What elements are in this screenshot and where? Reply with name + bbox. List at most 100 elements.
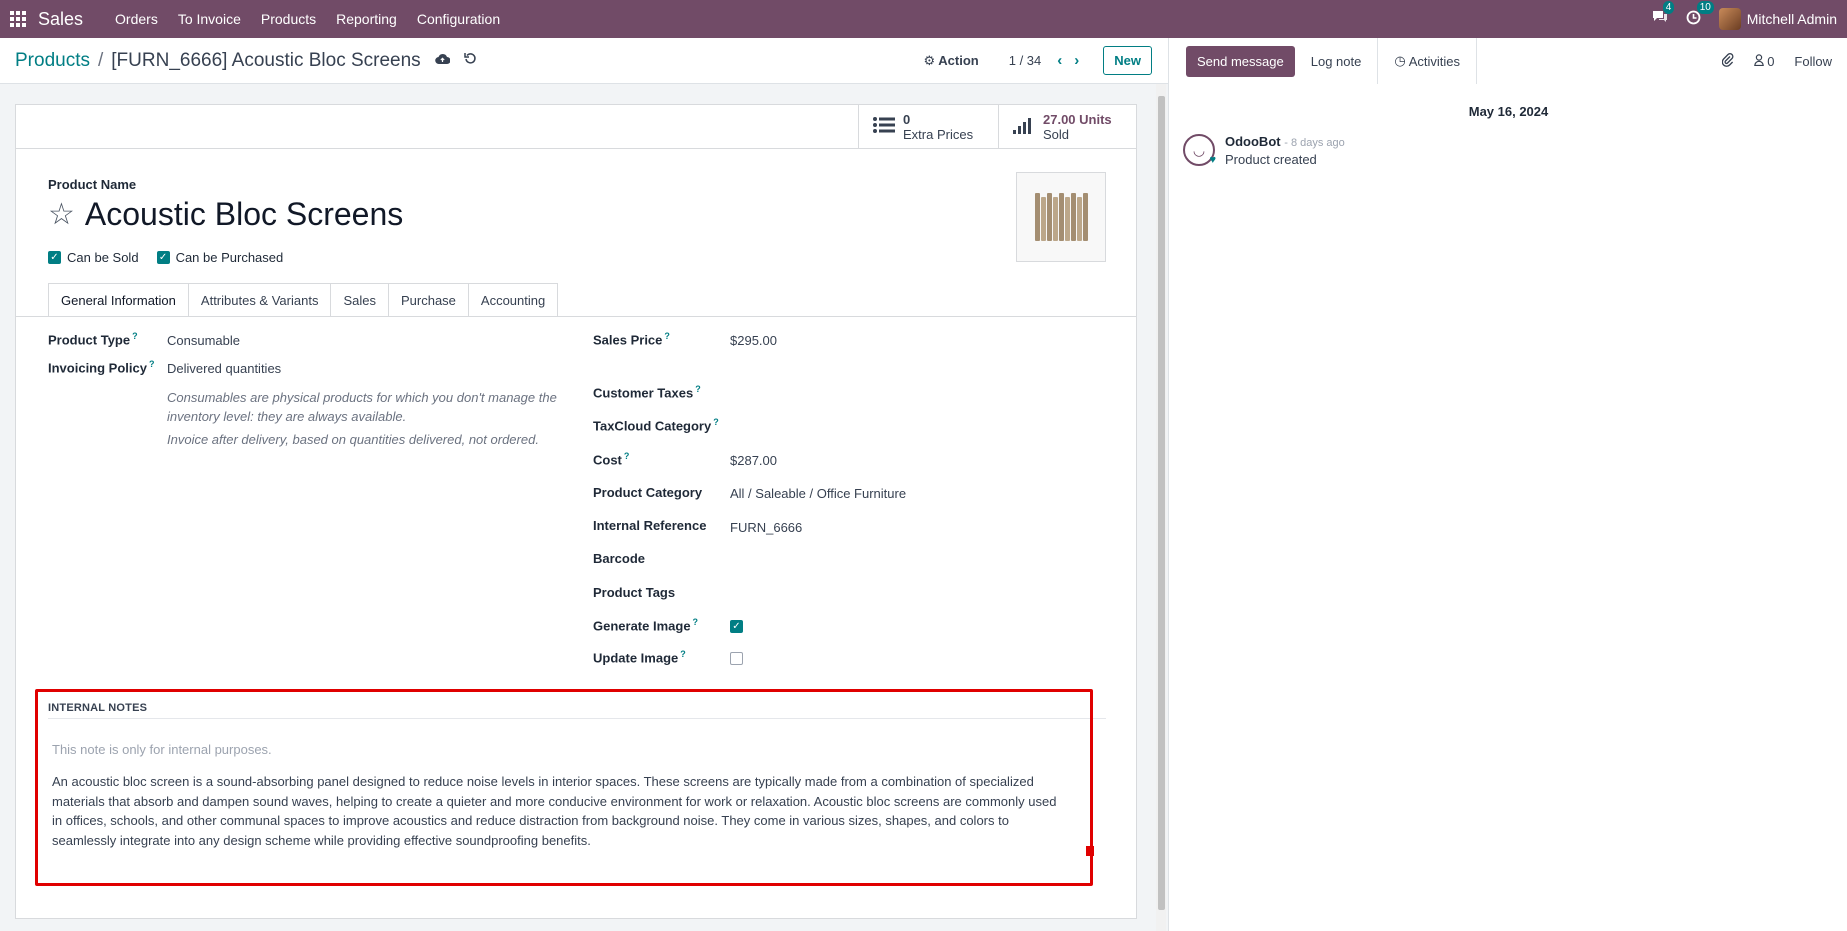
cost-field: Cost?	[593, 451, 629, 467]
new-button[interactable]: New	[1103, 46, 1152, 75]
cost-input[interactable]: $287.00	[730, 453, 777, 468]
menu-configuration[interactable]: Configuration	[407, 11, 510, 27]
sales-price-input[interactable]: $295.00	[730, 333, 777, 348]
help-tooltip-icon: ?	[680, 649, 686, 659]
gear-icon: ⚙	[923, 52, 936, 68]
paperclip-icon[interactable]	[1721, 52, 1734, 70]
tab-attributes-variants[interactable]: Attributes & Variants	[188, 283, 332, 317]
taxcloud-category-label: TaxCloud Category?	[593, 417, 719, 434]
help-tooltip-icon: ?	[623, 451, 630, 461]
checkbox-checked-icon: ✓	[48, 251, 61, 264]
smart-button-box: 0 Extra Prices 27.00 Units Sold	[16, 105, 1136, 149]
odoobot-avatar-icon: ◡ ♥	[1183, 134, 1216, 166]
chatter-message: ◡ ♥ OdooBot - 8 days ago Product created	[1183, 134, 1345, 167]
list-icon	[873, 114, 895, 140]
systray: 4 10 Mitchell Admin	[1652, 0, 1837, 30]
app-brand[interactable]: Sales	[38, 9, 83, 30]
message-author[interactable]: OdooBot	[1225, 134, 1281, 149]
menu-to-invoice[interactable]: To Invoice	[168, 11, 251, 27]
invoicing-policy-select[interactable]: Delivered quantities	[167, 361, 281, 376]
sales-price-field: Sales Price?	[593, 331, 670, 347]
tab-sales[interactable]: Sales	[331, 283, 389, 317]
units-sold-label: Sold	[1043, 127, 1070, 142]
followers-button[interactable]: 0	[1753, 53, 1774, 69]
pager-next-icon[interactable]: ›	[1074, 52, 1079, 69]
action-button[interactable]: ⚙ Action	[923, 53, 978, 69]
user-name: Mitchell Admin	[1746, 11, 1837, 27]
product-name-label: Product Name	[48, 177, 137, 192]
internal-reference-input[interactable]: FURN_6666	[730, 520, 802, 535]
product-category-select[interactable]: All / Saleable / Office Furniture	[730, 486, 906, 501]
extra-prices-button[interactable]: 0 Extra Prices	[858, 105, 998, 149]
taxcloud-category-input[interactable]	[730, 417, 1030, 433]
breadcrumb-separator: /	[97, 49, 104, 71]
control-right: ⚙ Action 1 / 34 ‹ › New	[923, 46, 1152, 75]
messages-button[interactable]: 4	[1652, 1, 1675, 28]
product-tags-input[interactable]	[730, 585, 1030, 601]
heart-icon: ♥	[1209, 154, 1216, 166]
breadcrumb-products-link[interactable]: Products	[15, 50, 90, 72]
barcode-label: Barcode	[593, 551, 646, 566]
user-menu[interactable]: Mitchell Admin	[1718, 8, 1837, 30]
help-tooltip-icon: ?	[132, 331, 138, 341]
tab-purchase[interactable]: Purchase	[388, 283, 469, 317]
menu-orders[interactable]: Orders	[105, 11, 168, 27]
internal-reference-label: Internal Reference	[593, 518, 707, 533]
pager-value[interactable]: 1 / 34	[1009, 53, 1042, 68]
units-sold-stat: 27.00 Units Sold	[1043, 112, 1112, 142]
invoice-help-text: Invoice after delivery, based on quantit…	[167, 432, 539, 447]
control-panel: Products / [FURN_6666] Acoustic Bloc Scr…	[0, 38, 1168, 84]
help-tooltip-icon: ?	[664, 331, 670, 341]
message-date-separator: May 16, 2024	[1468, 104, 1549, 119]
log-note-button[interactable]: Log note	[1295, 38, 1379, 84]
follow-button[interactable]: Follow	[1794, 54, 1832, 69]
can-be-purchased-label: Can be Purchased	[175, 250, 284, 265]
send-message-button[interactable]: Send message	[1186, 45, 1295, 77]
acoustic-screen-image	[1034, 193, 1088, 241]
message-time: - 8 days ago	[1284, 137, 1345, 149]
can-be-sold-label: Can be Sold	[67, 250, 139, 265]
apps-menu-icon[interactable]	[0, 0, 36, 38]
activities-button[interactable]: 10	[1686, 0, 1714, 29]
chatter-panel: Send message Log note ◷ Activities 0 Fol…	[1168, 38, 1847, 931]
message-header: OdooBot - 8 days ago	[1225, 134, 1345, 149]
product-name-input[interactable]: Acoustic Bloc Screens	[85, 196, 403, 233]
customer-taxes-field: Customer Taxes?	[593, 384, 701, 400]
tab-accounting[interactable]: Accounting	[468, 283, 559, 317]
can-be-purchased-checkbox[interactable]: ✓ Can be Purchased	[156, 250, 284, 265]
pager-previous-icon[interactable]: ‹	[1057, 52, 1062, 69]
form-scrollbar-thumb[interactable]	[1158, 96, 1165, 910]
resize-handle[interactable]	[1086, 846, 1094, 856]
product-tags-label: Product Tags	[593, 585, 676, 600]
internal-reference-field: Internal Reference	[593, 518, 706, 533]
product-image[interactable]	[1016, 172, 1106, 262]
menu-reporting[interactable]: Reporting	[326, 11, 407, 27]
user-icon	[1753, 53, 1768, 69]
customer-taxes-input[interactable]	[730, 384, 1030, 400]
tab-general-information[interactable]: General Information	[48, 283, 189, 317]
extra-prices-stat: 0 Extra Prices	[903, 112, 973, 142]
favorite-star-icon[interactable]: ☆	[48, 197, 75, 232]
save-cloud-icon[interactable]	[434, 52, 451, 69]
sales-price-label: Sales Price?	[593, 331, 670, 348]
product-type-field: Product Type?	[48, 331, 138, 347]
cost-label: Cost?	[593, 451, 630, 468]
title-area: Product Name ☆ Acoustic Bloc Screens	[48, 177, 403, 233]
can-be-sold-checkbox[interactable]: ✓ Can be Sold	[48, 250, 139, 265]
generate-image-checkbox[interactable]: ✓	[730, 620, 743, 633]
update-image-label: Update Image?	[593, 649, 686, 666]
barcode-input[interactable]	[730, 551, 1030, 567]
main-menu: Orders To Invoice Products Reporting Con…	[105, 11, 510, 27]
extra-prices-label: Extra Prices	[903, 127, 974, 142]
avatar	[1718, 8, 1741, 30]
activities-label: Activities	[1408, 53, 1460, 69]
discard-undo-icon[interactable]	[463, 52, 477, 69]
product-name-row: ☆ Acoustic Bloc Screens	[48, 196, 403, 233]
activities-schedule-button[interactable]: ◷ Activities	[1378, 38, 1477, 84]
update-image-checkbox[interactable]	[730, 652, 743, 665]
menu-products[interactable]: Products	[251, 11, 326, 27]
product-type-select[interactable]: Consumable	[167, 333, 240, 348]
units-sold-button[interactable]: 27.00 Units Sold	[998, 105, 1136, 149]
checkbox-checked-icon: ✓	[156, 251, 170, 264]
breadcrumb-current: [FURN_6666] Acoustic Bloc Screens	[111, 49, 421, 71]
